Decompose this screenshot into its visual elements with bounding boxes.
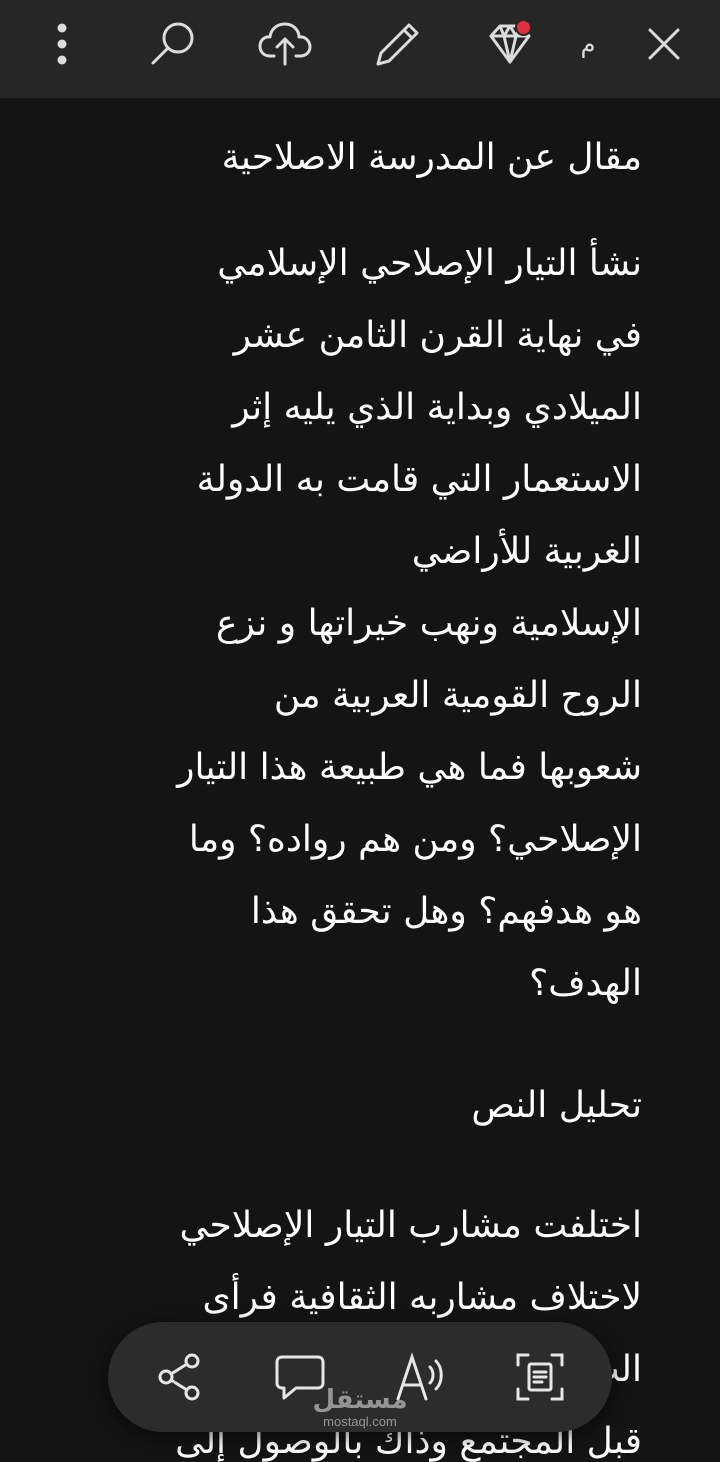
text-line: الغربية للأراضي: [411, 531, 642, 572]
section-heading: تحليل النص: [471, 1085, 642, 1126]
text-line: الاستعمار التي قامت به الدولة: [196, 459, 642, 500]
top-toolbar: م: [0, 0, 720, 98]
intro-paragraph: نشأ التيار الإصلاحي الإسلامي في نهاية ال…: [96, 228, 642, 1020]
notification-badge: [515, 19, 532, 36]
text-line: نشأ التيار الإصلاحي الإسلامي: [217, 243, 642, 284]
share-icon[interactable]: [152, 1349, 208, 1405]
pencil-icon[interactable]: [370, 16, 426, 72]
text-line: الروح القومية العربية من: [273, 675, 642, 716]
close-icon[interactable]: [636, 16, 692, 72]
text-line: الهدف؟: [529, 963, 642, 1004]
text-line: الميلادي وبداية الذي يليه إثر: [232, 387, 642, 428]
search-icon[interactable]: [145, 16, 201, 72]
cloud-upload-icon[interactable]: [257, 16, 313, 72]
text-line: في نهاية القرن الثامن عشر: [233, 315, 642, 356]
section-heading-paragraph: تحليل النص: [96, 1070, 642, 1142]
text-line: الإسلامية ونهب خيراتها و نزع: [215, 603, 642, 644]
diamond-icon[interactable]: [482, 16, 538, 72]
text-line: الإصلاحي؟ ومن هم رواده؟ وما: [188, 819, 642, 860]
text-line: شعوبها فما هي طبيعة هذا التيار: [177, 747, 642, 788]
document-title-paragraph: مقال عن المدرسة الاصلاحية: [96, 122, 642, 194]
read-aloud-icon[interactable]: [392, 1349, 448, 1405]
floating-action-toolbar: [108, 1322, 612, 1432]
document-body[interactable]: مقال عن المدرسة الاصلاحية نشأ التيار الإ…: [96, 98, 642, 1462]
text-line: هو هدفهم؟ وهل تحقق هذا: [250, 891, 642, 932]
text-line: اختلفت مشارب التيار الإصلاحي: [179, 1205, 642, 1246]
comment-icon[interactable]: [272, 1349, 328, 1405]
document-title: مقال عن المدرسة الاصلاحية: [221, 137, 642, 178]
more-vertical-icon[interactable]: [34, 16, 90, 72]
account-initial[interactable]: م: [568, 24, 608, 64]
scan-text-icon[interactable]: [512, 1349, 568, 1405]
